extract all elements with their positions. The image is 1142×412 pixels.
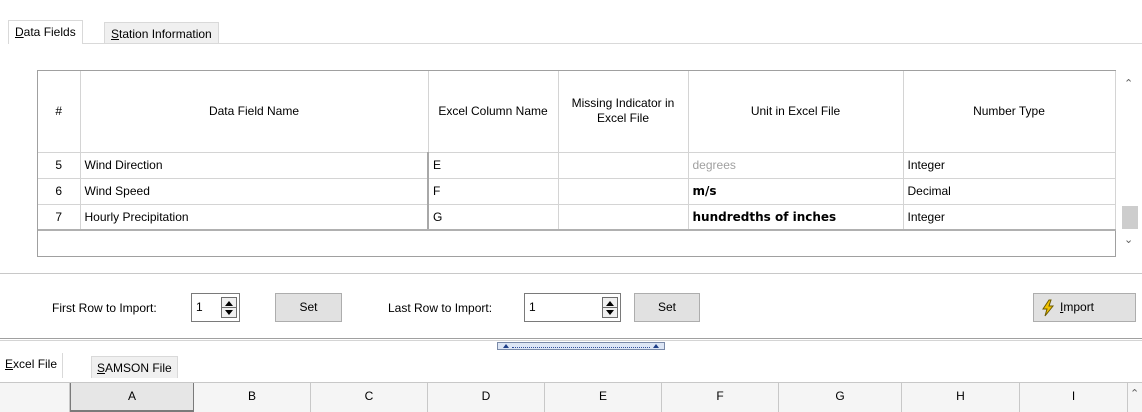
last-row-spinner[interactable]: 1 xyxy=(524,293,621,322)
number-type-cell[interactable]: Decimal xyxy=(902,177,1116,205)
number-type-cell[interactable]: Integer xyxy=(902,203,1116,231)
sheet-column-header[interactable]: A xyxy=(70,383,194,412)
import-label: Import xyxy=(1060,300,1095,314)
sheet-corner-cell[interactable] xyxy=(0,383,70,412)
panel-divider xyxy=(0,273,1142,274)
spin-up-icon[interactable] xyxy=(225,301,233,306)
sheet-column-header[interactable]: D xyxy=(428,383,545,412)
row-number: 6 xyxy=(38,177,81,205)
first-row-value[interactable]: 1 xyxy=(196,300,203,314)
tab-data-fields-label: Data Fields xyxy=(15,25,76,39)
column-header-missing-indicator[interactable]: Missing Indicator in Excel File xyxy=(557,71,689,153)
missing-indicator-cell[interactable] xyxy=(557,177,689,205)
splitter-line-bottom xyxy=(0,340,1142,341)
sheet-column-header[interactable]: B xyxy=(194,383,311,412)
first-row-label: First Row to Import: xyxy=(52,301,157,315)
unit-cell[interactable]: degrees xyxy=(687,151,904,179)
scroll-up-icon[interactable]: ⌃ xyxy=(1130,387,1139,400)
spin-divider xyxy=(222,307,236,308)
tab-station-information-label: Station Information xyxy=(111,27,212,41)
first-row-spinner[interactable]: 1 xyxy=(191,293,240,322)
last-row-set-button[interactable]: Set xyxy=(634,293,700,322)
tab-data-fields[interactable]: Data Fields xyxy=(8,20,83,44)
data-field-name-cell[interactable]: Wind Direction xyxy=(79,151,429,179)
last-row-label: Last Row to Import: xyxy=(388,301,493,315)
scroll-up-icon[interactable]: ⌃ xyxy=(1124,77,1133,90)
data-field-name-cell[interactable]: Hourly Precipitation xyxy=(79,203,429,231)
data-field-name-cell[interactable]: Wind Speed xyxy=(79,177,429,205)
column-header-number-type[interactable]: Number Type xyxy=(902,71,1116,153)
sheet-column-header[interactable]: H xyxy=(902,383,1020,412)
first-row-spin-buttons[interactable] xyxy=(221,297,237,318)
spin-down-icon[interactable] xyxy=(606,310,614,315)
column-header-excel-column-name[interactable]: Excel Column Name xyxy=(427,71,559,153)
excel-column-cell[interactable]: E xyxy=(427,151,559,179)
tab-samson-file[interactable]: SAMSON File xyxy=(91,356,178,378)
scrollbar-thumb[interactable] xyxy=(1122,206,1138,229)
splitter-grip[interactable] xyxy=(497,342,665,350)
table-row[interactable]: 6 Wind Speed F m/s Decimal xyxy=(38,177,1116,205)
spin-up-icon[interactable] xyxy=(606,301,614,306)
table-row[interactable]: 7 Hourly Precipitation G hundredths of i… xyxy=(38,203,1116,231)
grid-header-row: # Data Field Name Excel Column Name Miss… xyxy=(38,71,1116,153)
missing-indicator-cell[interactable] xyxy=(557,203,689,231)
column-header-unit[interactable]: Unit in Excel File xyxy=(687,71,904,153)
sheet-column-header[interactable]: C xyxy=(311,383,428,412)
spin-divider xyxy=(603,307,617,308)
grip-dots xyxy=(512,347,650,348)
last-row-value[interactable]: 1 xyxy=(529,300,536,314)
row-number: 7 xyxy=(38,203,81,231)
column-header-number[interactable]: # xyxy=(38,71,81,153)
first-row-set-button[interactable]: Set xyxy=(275,293,342,322)
last-row-spin-buttons[interactable] xyxy=(602,297,618,318)
data-fields-grid: # Data Field Name Excel Column Name Miss… xyxy=(38,71,1116,231)
number-type-cell[interactable]: Integer xyxy=(902,151,1116,179)
tab-excel-file[interactable]: Excel File xyxy=(0,353,64,378)
grid-vertical-scrollbar[interactable]: ⌃ ⌄ xyxy=(1120,71,1140,257)
column-header-data-field-name[interactable]: Data Field Name xyxy=(79,71,429,153)
sheet-column-header[interactable]: F xyxy=(662,383,779,412)
sheet-column-header[interactable]: E xyxy=(545,383,662,412)
unit-cell[interactable]: m/s xyxy=(687,177,904,205)
sheet-column-header[interactable]: I xyxy=(1020,383,1128,412)
tab-excel-file-label: Excel File xyxy=(5,357,58,371)
row-number: 5 xyxy=(38,151,81,179)
excel-column-cell[interactable]: F xyxy=(427,177,559,205)
table-row[interactable]: 5 Wind Direction E degrees Integer xyxy=(38,151,1116,179)
unit-cell[interactable]: hundredths of inches xyxy=(687,203,904,231)
tab-samson-file-label: SAMSON File xyxy=(97,361,172,375)
tab-station-information[interactable]: Station Information xyxy=(104,22,219,44)
sheet-column-header[interactable]: G xyxy=(779,383,902,412)
excel-column-cell[interactable]: G xyxy=(427,203,559,231)
lightning-icon xyxy=(1042,299,1055,317)
tab-panel-border xyxy=(8,43,1142,44)
spin-down-icon[interactable] xyxy=(225,310,233,315)
collapse-up-icon[interactable] xyxy=(653,344,659,348)
import-button[interactable]: Import xyxy=(1033,293,1136,322)
missing-indicator-cell[interactable] xyxy=(557,151,689,179)
scroll-down-icon[interactable]: ⌄ xyxy=(1124,233,1133,246)
splitter-line-top xyxy=(0,338,1142,339)
collapse-up-icon[interactable] xyxy=(503,344,509,348)
